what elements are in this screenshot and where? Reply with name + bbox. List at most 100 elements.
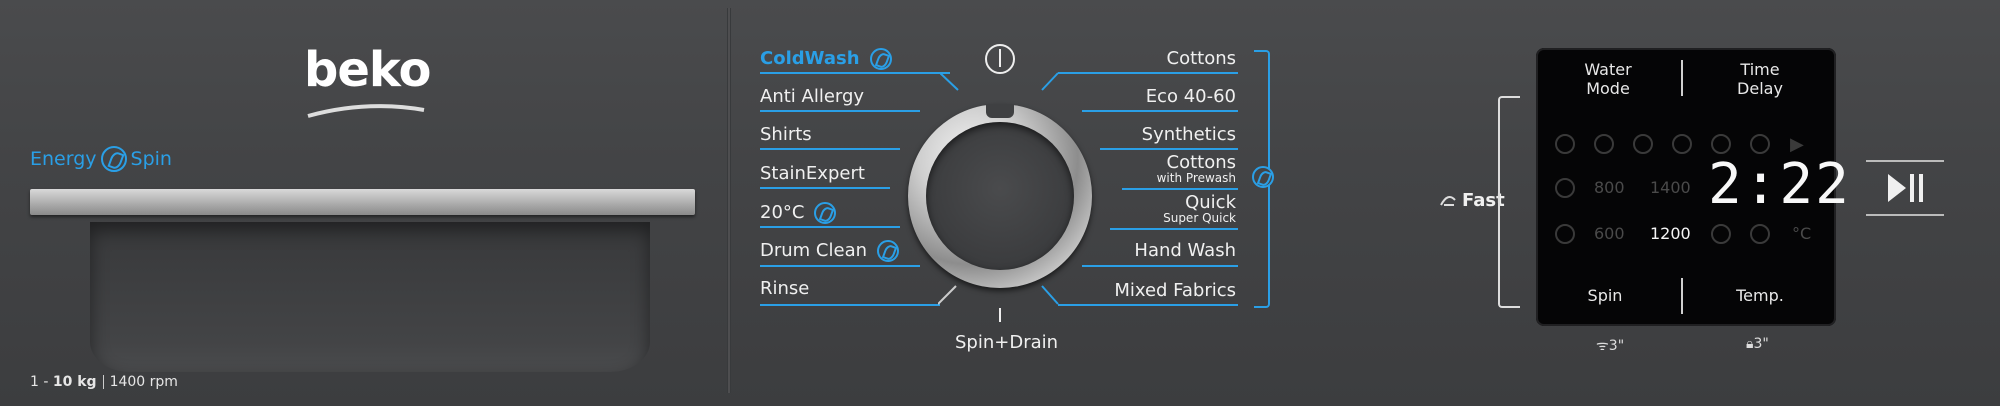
temperature-button[interactable]: Temp. (1730, 286, 1790, 305)
panel-divider (727, 8, 731, 393)
time-readout: 2:22 (1708, 152, 1851, 217)
detergent-drawer[interactable] (90, 222, 650, 372)
spin-button[interactable]: Spin (1580, 286, 1630, 305)
program-sublabel: with Prewash (1156, 171, 1236, 185)
energy-label: Energy (30, 148, 97, 170)
dial-indicator (986, 104, 1014, 118)
eco-leaf-icon (869, 48, 892, 70)
hold-seconds: 3" (1608, 338, 1625, 354)
program-underline (1058, 72, 1238, 74)
program-rinse[interactable]: Rinse (760, 278, 809, 299)
spin-value-active: 1200 (1650, 224, 1691, 243)
program-pointer (940, 72, 959, 91)
program-mixed-fabrics[interactable]: Mixed Fabrics (1114, 280, 1236, 301)
eco-leaf-icon (100, 146, 127, 172)
program-label: 20°C (760, 202, 805, 223)
display-separator (1681, 60, 1683, 96)
timer-icon (1750, 134, 1770, 154)
program-cottons[interactable]: Cottons (1167, 48, 1237, 69)
program-underline (760, 304, 940, 306)
program-spin-drain[interactable]: Spin+Drain (955, 332, 1058, 353)
program-label: Eco 40-60 (1145, 86, 1236, 107)
program-pointer (1041, 285, 1059, 305)
start-pause-button[interactable] (1866, 160, 1946, 216)
temperature-icon: °C (1792, 224, 1812, 243)
program-shirts[interactable]: Shirts (760, 124, 812, 145)
water-mode-l1: Water (1584, 60, 1632, 79)
energy-spin-badge: Energy Spin (30, 146, 172, 172)
program-underline (760, 148, 900, 150)
program-underline (1122, 188, 1238, 190)
extra-rinse-icon (1633, 134, 1653, 154)
program-sublabel: Super Quick (1163, 211, 1236, 225)
program-underline (1058, 304, 1238, 306)
capacity-info: 1 - 10 kg 1400 rpm (30, 374, 178, 390)
shield-icon (1594, 134, 1614, 154)
brand-logo: beko (304, 42, 432, 98)
eco-leaf-icon (814, 202, 837, 224)
start-line-bottom (1866, 214, 1944, 216)
program-label: Drum Clean (760, 240, 868, 261)
program-pointer (1041, 72, 1059, 91)
program-underline (1100, 148, 1238, 150)
program-drum-clean[interactable]: Drum Clean (760, 240, 900, 262)
program-underline (760, 265, 920, 267)
fast-bracket (1498, 96, 1520, 308)
program-label: Rinse (760, 278, 810, 299)
logo-swoosh (307, 104, 425, 118)
program-anti-allergy[interactable]: Anti Allergy (760, 86, 864, 107)
no-iron-icon (1672, 134, 1692, 154)
spin-value: 800 (1594, 178, 1625, 197)
spin-icon (1555, 178, 1575, 198)
drawer-handle[interactable] (30, 189, 695, 215)
program-label: Mixed Fabrics (1114, 280, 1236, 301)
program-pointer (938, 285, 957, 305)
program-cottons-prewash[interactable]: Cottons with Prewash (1156, 152, 1237, 185)
program-underline (1110, 228, 1238, 230)
power-icon[interactable] (985, 44, 1015, 74)
program-20c[interactable]: 20°C (760, 202, 837, 224)
spin-label: Spin (130, 148, 172, 170)
program-label: Anti Allergy (760, 86, 865, 107)
time-delay-l2: Delay (1737, 79, 1783, 98)
program-label: Cottons (1166, 48, 1237, 69)
max-speed: 1400 rpm (109, 374, 178, 390)
program-label: Cottons (1166, 152, 1237, 173)
fast-icon (1440, 195, 1456, 206)
eco-leaf-icon (877, 240, 900, 262)
program-underline (760, 110, 920, 112)
water-mode-button[interactable]: Water Mode (1568, 60, 1648, 98)
program-coldwash[interactable]: ColdWash (760, 48, 892, 70)
spin-drain-tick (999, 308, 1001, 322)
program-underline (760, 187, 890, 189)
hold-seconds: 3" (1753, 336, 1769, 352)
program-underline (1082, 265, 1238, 267)
spin-value: 1400 (1650, 178, 1691, 197)
lock-icon (1711, 134, 1731, 154)
capacity-prefix: 1 - (30, 374, 53, 390)
program-synthetics[interactable]: Synthetics (1142, 124, 1236, 145)
program-quick[interactable]: Quick Super Quick (1163, 194, 1236, 225)
program-label: Synthetics (1141, 124, 1236, 145)
display-separator (1681, 278, 1683, 314)
program-eco-40-60[interactable]: Eco 40-60 (1146, 86, 1236, 107)
spin-hold-hint: ᯤ3" (1596, 338, 1625, 354)
program-hand-wash[interactable]: Hand Wash (1134, 240, 1236, 261)
program-label: StainExpert (760, 163, 865, 184)
program-stainexpert[interactable]: StainExpert (760, 163, 865, 184)
child-lock-icon (1711, 224, 1731, 244)
program-underline (1082, 110, 1238, 112)
capacity-value: 10 kg (52, 374, 97, 390)
dial-center (926, 122, 1074, 270)
time-delay-button[interactable]: Time Delay (1710, 60, 1810, 98)
program-underline (760, 226, 900, 228)
program-label: Shirts (760, 124, 812, 145)
no-spin-icon (1555, 224, 1575, 244)
capacity-separator (102, 375, 104, 389)
program-label: ColdWash (760, 48, 860, 69)
eco-leaf-icon (1252, 166, 1274, 188)
time-delay-l1: Time (1740, 60, 1780, 79)
spin-value: 600 (1594, 224, 1625, 243)
water-mode-l2: Mode (1586, 79, 1630, 98)
lock-icon (1750, 224, 1770, 244)
